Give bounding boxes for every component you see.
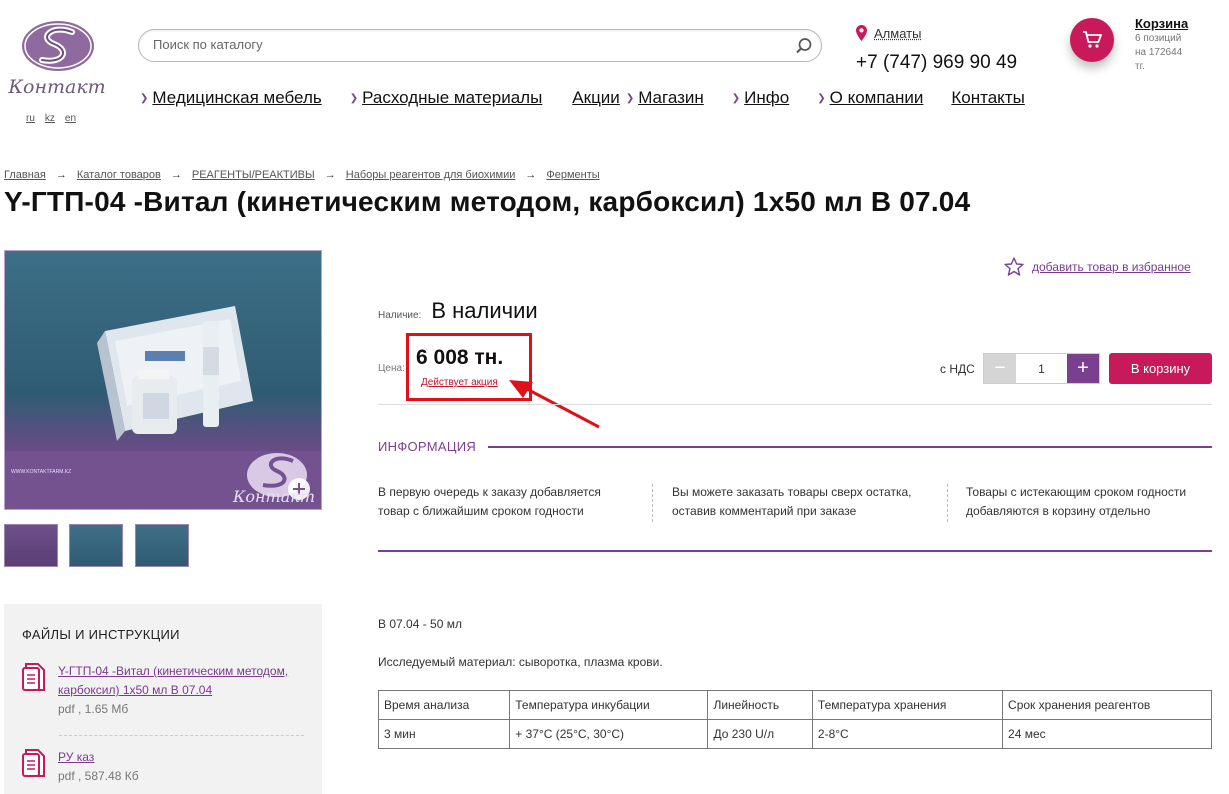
files-panel: ФАЙЛЫ И ИНСТРУКЦИИ Y-ГТП-04 -Витал (кине… (4, 604, 322, 794)
qty-decrease-button[interactable]: − (984, 354, 1016, 383)
image-watermark: WWW.KONTAKTFARM.KZ (11, 469, 72, 475)
file-meta: pdf , 1.65 Мб (58, 702, 129, 716)
breadcrumb: Главная → Каталог товаров → РЕАГЕНТЫ/РЕАКТ… (4, 169, 600, 181)
arrow-right-icon: → (170, 169, 182, 181)
table-header-cell: Линейность (707, 690, 813, 720)
chevron-down-icon: ❯ (731, 92, 741, 104)
document-icon (22, 663, 45, 691)
phone-number[interactable]: +7 (747) 969 90 49 (856, 52, 1017, 74)
arrow-right-icon: → (525, 169, 537, 181)
table-header-row: Время анализа Температура инкубации Лине… (377, 690, 1212, 720)
chevron-down-icon: ❯ (349, 92, 359, 104)
availability-label: Наличие: (378, 310, 422, 321)
table-cell: + 37°С (25°С, 30°С) (509, 719, 709, 749)
chevron-down-icon: ❯ (625, 92, 635, 104)
availability: Наличие: В наличии (378, 298, 538, 324)
divider (488, 446, 1212, 448)
breadcrumb-item[interactable]: Ферменты (546, 169, 599, 181)
divider (59, 735, 304, 736)
chevron-down-icon: ❯ (817, 92, 826, 104)
lang-ru[interactable]: ru (26, 113, 35, 124)
cart-currency: тг. (1135, 61, 1145, 72)
table-cell: 3 мин (377, 719, 511, 749)
divider (652, 484, 653, 522)
city-name: Алматы (874, 25, 922, 41)
info-note: Вы можете заказать товары сверх остатка,… (672, 485, 912, 518)
table-row: 3 мин + 37°С (25°С, 30°С) До 230 U/л 2-8… (377, 719, 1212, 749)
info-note: Товары с истекающим сроком годности добав… (966, 485, 1187, 518)
search-icon[interactable] (795, 37, 813, 55)
files-heading: ФАЙЛЫ И ИНСТРУКЦИИ (22, 627, 180, 642)
nav-item-consumables[interactable]: ❯ Расходные материалы (350, 88, 543, 108)
gallery-thumbnail[interactable] (69, 524, 123, 567)
arrow-right-icon: → (55, 169, 67, 181)
product-main-image[interactable]: WWW.KONTAKTFARM.KZ Контакт (4, 250, 322, 510)
star-icon (1004, 257, 1024, 276)
breadcrumb-item[interactable]: Главная (4, 169, 46, 181)
logo-text: Контакт (8, 76, 106, 98)
price-label: Цена: (378, 363, 405, 374)
nav-item-info[interactable]: ❯ Инфо (732, 88, 789, 108)
city-selector[interactable]: Алматы (856, 25, 921, 41)
gallery-thumbnail[interactable] (4, 524, 58, 567)
table-cell: 2-8°С (811, 719, 1004, 749)
gallery-thumbnail[interactable] (135, 524, 189, 567)
language-switcher: ru kz en (26, 113, 76, 124)
qty-input[interactable]: 1 (1016, 354, 1067, 383)
cart-summary: Корзина 6 позиций на 172644 тг. (1135, 16, 1205, 73)
site-logo[interactable]: Контакт (2, 20, 112, 102)
table-header-cell: Срок хранения реагентов (1002, 690, 1212, 720)
breadcrumb-item[interactable]: Каталог товаров (77, 169, 161, 181)
location-pin-icon (856, 25, 867, 41)
table-header-cell: Температура инкубации (509, 690, 709, 720)
spec-table: Время анализа Температура инкубации Лине… (377, 690, 1212, 749)
divider (378, 550, 1212, 552)
cart-button[interactable] (1070, 18, 1114, 62)
info-note: В первую очередь к заказу добавляется тов… (378, 485, 601, 518)
document-icon (22, 749, 45, 777)
lang-en[interactable]: en (65, 113, 76, 124)
cart-icon (1083, 31, 1102, 48)
image-logo-text: Контакт (233, 487, 315, 506)
main-navigation: ❯ Медицинская мебель ❯ Расходные материалы… (140, 88, 1053, 108)
page-title: Y-ГТП-04 -Витал (кинетическим методом, к… (4, 186, 971, 217)
chevron-down-icon: ❯ (140, 92, 149, 104)
quantity-stepper: − 1 + (983, 353, 1100, 384)
info-heading: ИНФОРМАЦИЯ (378, 439, 477, 454)
table-cell: До 230 U/л (707, 719, 813, 749)
availability-value: В наличии (431, 298, 538, 323)
cart-title[interactable]: Корзина (1135, 16, 1205, 31)
divider (947, 484, 948, 522)
breadcrumb-item[interactable]: РЕАГЕНТЫ/РЕАКТИВЫ (192, 169, 315, 181)
table-header-cell: Время анализа (377, 690, 511, 720)
nav-item-shop[interactable]: ❯ Магазин (626, 88, 704, 108)
nav-item-promotions[interactable]: Акции (572, 88, 620, 108)
vat-label: с НДС (940, 362, 975, 376)
table-header-cell: Температура хранения (811, 690, 1004, 720)
description-volume: В 07.04 - 50 мл (378, 617, 462, 631)
favorite-label: добавить товар в избранное (1032, 259, 1191, 274)
description-material: Исследуемый материал: сыворотка, плазма … (378, 655, 663, 669)
nav-item-medical-furniture[interactable]: ❯ Медицинская мебель (140, 88, 322, 108)
arrow-right-icon: → (324, 169, 336, 181)
search-bar (138, 29, 822, 62)
file-item[interactable]: Y-ГТП-04 -Витал (кинетическим методом, к… (22, 662, 303, 716)
nav-item-contacts[interactable]: Контакты (951, 88, 1024, 108)
file-name-link[interactable]: Y-ГТП-04 -Витал (кинетическим методом, к… (58, 662, 303, 700)
file-name-link[interactable]: РУ каз (58, 748, 303, 767)
cart-total: на 172644 (1135, 47, 1183, 58)
add-to-cart-button[interactable]: В корзину (1109, 353, 1212, 384)
search-input[interactable] (153, 37, 773, 52)
divider (378, 404, 1212, 405)
file-meta: pdf , 587.48 Кб (58, 769, 139, 783)
qty-increase-button[interactable]: + (1067, 354, 1099, 383)
cart-count: 6 позиций (1135, 33, 1182, 44)
lang-kz[interactable]: kz (45, 113, 55, 124)
breadcrumb-item[interactable]: Наборы реагентов для биохимии (346, 169, 516, 181)
nav-item-about[interactable]: ❯ О компании (817, 88, 923, 108)
table-cell: 24 мес (1002, 719, 1212, 749)
add-to-favorites[interactable]: добавить товар в избранное (1004, 257, 1191, 276)
file-item[interactable]: РУ каз pdf , 587.48 Кб (22, 748, 303, 783)
